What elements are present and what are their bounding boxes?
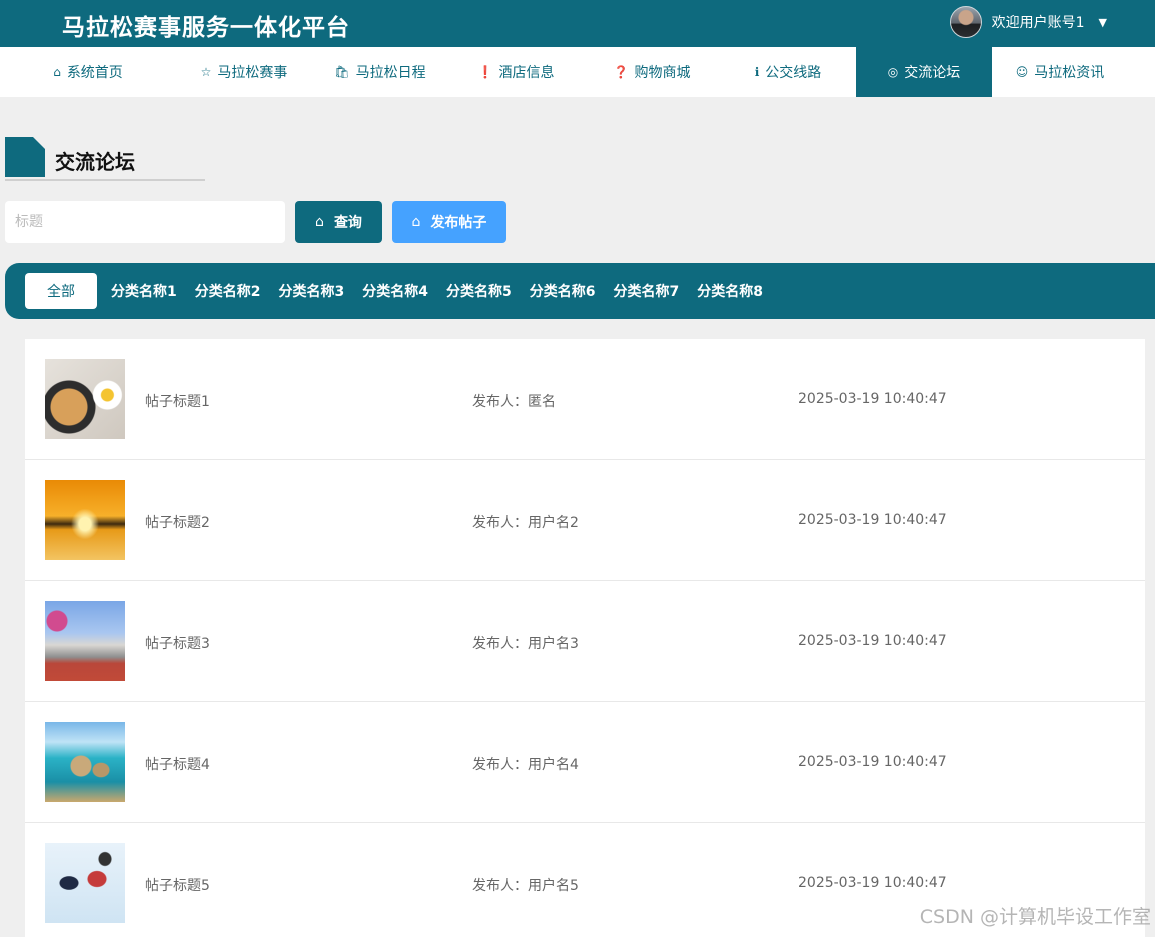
- post-title[interactable]: 帖子标题2: [145, 512, 210, 532]
- category-item[interactable]: 分类名称4: [362, 281, 428, 301]
- caret-down-icon[interactable]: ▼: [1099, 16, 1107, 29]
- main-nav: ⌂ 系统首页 ☆ 马拉松赛事 🛍 马拉松日程 ❗ 酒店信息 ❓ 购物商城 ℹ 公…: [0, 47, 1155, 97]
- post-time: 2025-03-19 10:40:47: [798, 875, 947, 891]
- nav-item-hotel[interactable]: ❗ 酒店信息: [448, 47, 584, 97]
- category-item[interactable]: 分类名称5: [446, 281, 512, 301]
- category-item[interactable]: 分类名称1: [111, 281, 177, 301]
- category-item[interactable]: 分类名称3: [279, 281, 345, 301]
- nav-item-forum[interactable]: ◎ 交流论坛: [856, 47, 992, 97]
- post-title[interactable]: 帖子标题3: [145, 633, 210, 653]
- title-marker-icon: [5, 137, 45, 177]
- list-item[interactable]: 帖子标题3 发布人：用户名3 2025-03-19 10:40:47: [25, 581, 1145, 702]
- publish-post-button[interactable]: ⌂ 发布帖子: [392, 201, 506, 243]
- category-item[interactable]: 分类名称8: [697, 281, 763, 301]
- home-icon: ⌂: [315, 214, 324, 230]
- post-author: 发布人：匿名: [472, 394, 556, 410]
- post-list: 帖子标题1 发布人：匿名 2025-03-19 10:40:47 帖子标题2 发…: [25, 339, 1145, 937]
- post-time: 2025-03-19 10:40:47: [798, 754, 947, 770]
- post-time: 2025-03-19 10:40:47: [798, 391, 947, 407]
- post-time: 2025-03-19 10:40:47: [798, 633, 947, 649]
- nav-item-news[interactable]: ☺ 马拉松资讯: [992, 47, 1128, 97]
- avatar[interactable]: [949, 6, 982, 38]
- section-header: 交流论坛: [5, 137, 205, 181]
- nav-item-label: 马拉松资讯: [1034, 65, 1105, 81]
- nav-item-label: 酒店信息: [498, 65, 555, 81]
- query-button-label: 查询: [333, 215, 362, 231]
- list-item[interactable]: 帖子标题1 发布人：匿名 2025-03-19 10:40:47: [25, 339, 1145, 460]
- question-circle-icon: ❓: [613, 65, 629, 79]
- category-all[interactable]: 全部: [25, 273, 97, 309]
- post-time: 2025-03-19 10:40:47: [798, 512, 947, 528]
- post-thumbnail[interactable]: [45, 601, 125, 681]
- top-header: 马拉松赛事服务一体化平台 欢迎用户账号1 ▼: [0, 0, 1155, 47]
- star-icon: ☆: [200, 65, 212, 79]
- post-author: 发布人：用户名3: [472, 636, 579, 652]
- smile-icon: ☺: [1015, 65, 1029, 79]
- post-thumbnail[interactable]: [45, 359, 125, 439]
- post-author: 发布人：用户名4: [472, 757, 579, 773]
- post-thumbnail[interactable]: [45, 843, 125, 923]
- watermark: CSDN @计算机毕设工作室: [919, 906, 1151, 928]
- target-icon: ◎: [887, 65, 899, 79]
- info-circle-icon: ℹ: [754, 65, 760, 79]
- nav-item-label: 购物商城: [634, 65, 691, 81]
- nav-item-marathon-events[interactable]: ☆ 马拉松赛事: [176, 47, 312, 97]
- nav-item-label: 马拉松日程: [355, 65, 426, 81]
- post-title[interactable]: 帖子标题1: [145, 391, 210, 411]
- nav-item-shop[interactable]: ❓ 购物商城: [584, 47, 720, 97]
- query-button[interactable]: ⌂ 查询: [295, 201, 382, 243]
- post-author: 发布人：用户名2: [472, 515, 579, 531]
- post-thumbnail[interactable]: [45, 480, 125, 560]
- category-bar: 全部 分类名称1 分类名称2 分类名称3 分类名称4 分类名称5 分类名称6 分…: [5, 263, 1155, 319]
- nav-item-label: 系统首页: [66, 65, 123, 81]
- post-thumbnail[interactable]: [45, 722, 125, 802]
- home-icon: ⌂: [411, 214, 421, 230]
- nav-item-bus[interactable]: ℹ 公交线路: [720, 47, 856, 97]
- nav-item-label: 马拉松赛事: [217, 65, 288, 81]
- site-title: 马拉松赛事服务一体化平台: [62, 15, 350, 41]
- post-title[interactable]: 帖子标题4: [145, 754, 210, 774]
- category-item[interactable]: 分类名称2: [195, 281, 261, 301]
- nav-item-schedule[interactable]: 🛍 马拉松日程: [312, 47, 448, 97]
- alert-circle-icon: ❗: [477, 65, 493, 79]
- post-title[interactable]: 帖子标题5: [145, 875, 210, 895]
- list-item[interactable]: 帖子标题2 发布人：用户名2 2025-03-19 10:40:47: [25, 460, 1145, 581]
- nav-item-label: 交流论坛: [904, 65, 961, 81]
- page-title: 交流论坛: [55, 150, 135, 174]
- list-item[interactable]: 帖子标题4 发布人：用户名4 2025-03-19 10:40:47: [25, 702, 1145, 823]
- publish-post-label: 发布帖子: [430, 215, 487, 231]
- bag-icon: 🛍: [334, 65, 350, 79]
- home-icon: ⌂: [53, 65, 61, 79]
- category-item[interactable]: 分类名称7: [614, 281, 680, 301]
- category-item[interactable]: 分类名称6: [530, 281, 596, 301]
- welcome-text[interactable]: 欢迎用户账号1: [992, 12, 1085, 32]
- nav-item-label: 公交线路: [765, 65, 822, 81]
- nav-item-home[interactable]: ⌂ 系统首页: [0, 47, 176, 97]
- search-input[interactable]: [5, 201, 285, 243]
- post-author: 发布人：用户名5: [472, 878, 579, 894]
- user-menu[interactable]: 欢迎用户账号1 ▼: [949, 6, 1107, 38]
